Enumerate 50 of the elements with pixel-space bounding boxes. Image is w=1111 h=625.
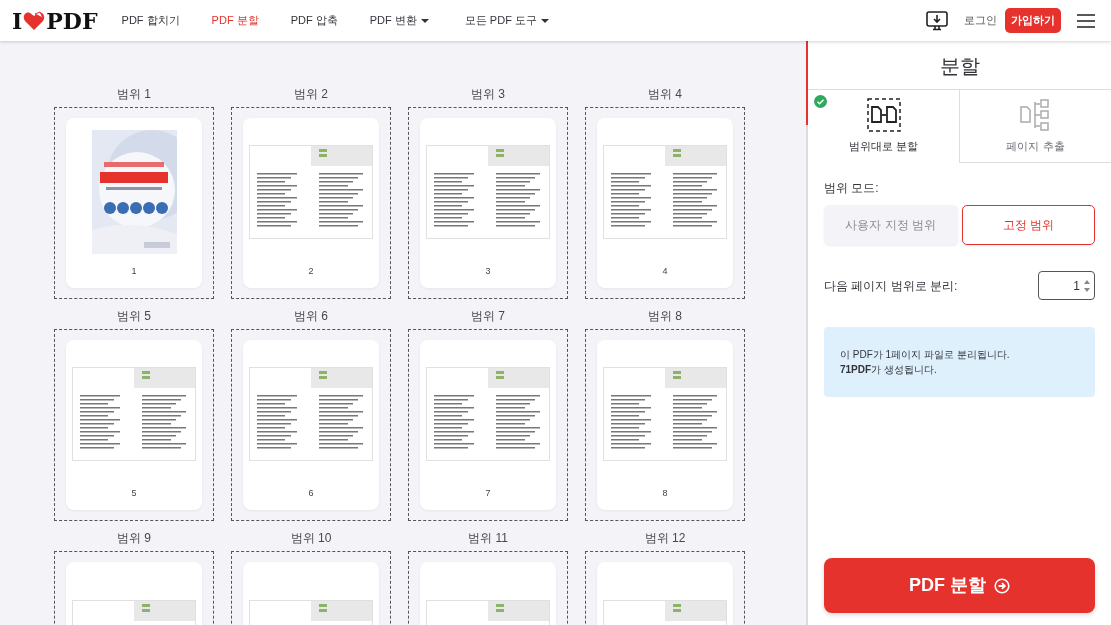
nav-link[interactable]: PDF 합치기 [121,12,180,29]
split-range-icon [866,98,901,133]
field-label: 다음 페이지 범위로 분리: [824,277,958,295]
range-label: 범위 6 [293,308,329,325]
page-number: 4 [662,265,668,279]
range-label: 범위 5 [116,308,152,325]
page-card[interactable]: 7 [420,340,556,510]
nav-link[interactable]: PDF 분할 [211,12,259,29]
spinner-arrows-icon[interactable] [1084,278,1090,293]
page-number: 1 [131,265,137,279]
page-number: 6 [308,487,314,501]
check-icon [814,95,827,108]
page-card[interactable]: 6 [243,340,379,510]
signup-button[interactable]: 가입하기 [1005,8,1061,33]
split-mode-tab[interactable]: 페이지 추출 [959,90,1111,163]
nav-link[interactable]: PDF 변환 [369,12,429,29]
info-text: 71PDF가 생성됩니다. [840,363,938,377]
range-label: 범위 9 [116,530,152,547]
arrow-circle-icon [994,577,1010,594]
page-card[interactable]: 3 [420,118,556,288]
range-label: 범위 2 [293,86,329,103]
page-number: 7 [485,487,491,501]
nav-link[interactable]: PDF 압축 [290,12,338,29]
logo[interactable]: I PDF [12,9,98,32]
range-label: 범위 7 [470,308,506,325]
range-label: 범위 10 [289,530,333,547]
page-card[interactable]: 5 [66,340,202,510]
login-link[interactable]: 로그인 [964,12,997,29]
page-card[interactable]: 8 [597,340,733,510]
page-number: 5 [131,487,137,501]
range-label: 범위 3 [470,86,506,103]
range-label: 범위 8 [647,308,683,325]
range-mode-button[interactable]: 고정 범위 [961,205,1095,245]
info-text: 이 PDF가 1페이지 파일로 분리됩니다. [840,348,1011,362]
page-number: 3 [485,265,491,279]
page-card[interactable]: 4 [597,118,733,288]
number-field[interactable]: 1 [1038,271,1095,300]
range-label: 범위 12 [643,530,687,547]
desktop-download-icon[interactable] [926,10,948,31]
split-pdf-button[interactable]: PDF 분할 [824,558,1095,613]
range-label: 범위 11 [467,530,509,547]
nav-link[interactable]: 모든 PDF 도구 [464,12,549,29]
range-label: 범위 4 [647,86,683,103]
page-card[interactable]: 2 [243,118,379,288]
page-number: 8 [662,487,668,501]
page-card[interactable]: 1 [66,118,202,288]
page-number: 2 [308,265,314,279]
range-label: 범위 1 [116,86,152,103]
menu-icon[interactable] [1077,13,1095,28]
field-label: 범위 모드: [824,180,880,197]
